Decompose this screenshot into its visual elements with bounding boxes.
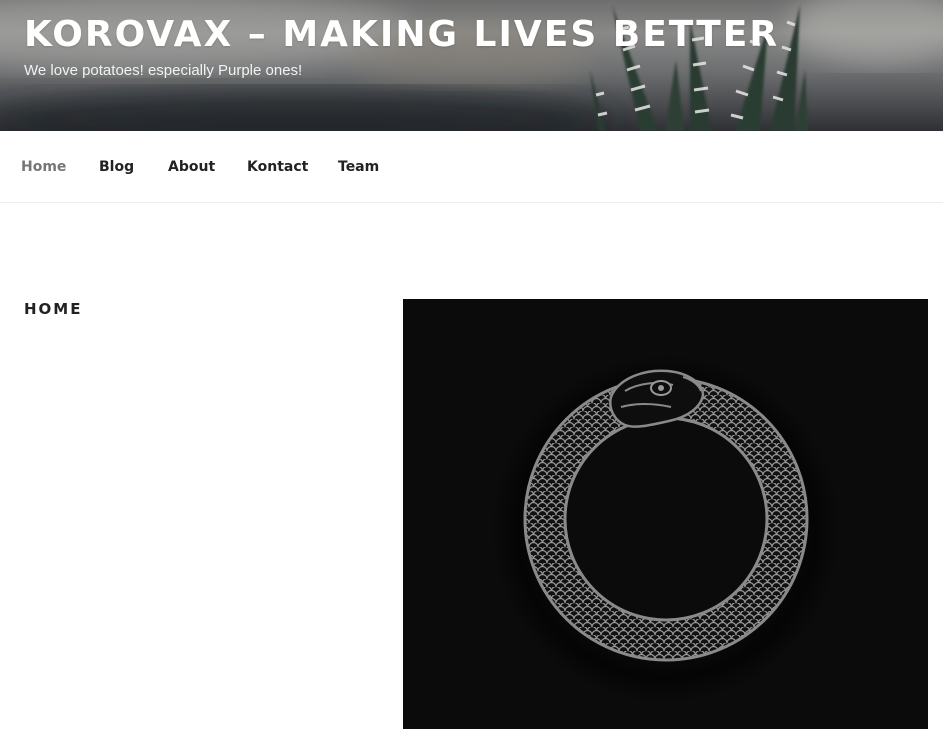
nav-item-blog[interactable]: Blog [99, 159, 134, 175]
site-title[interactable]: KOROVAX – MAKING LIVES BETTER [24, 14, 779, 55]
main-navigation: Home Blog About Kontact Team [0, 131, 943, 203]
nav-item-team[interactable]: Team [338, 159, 379, 175]
nav-item-kontact[interactable]: Kontact [247, 159, 308, 175]
nav-item-about[interactable]: About [168, 159, 215, 175]
featured-image [403, 299, 928, 729]
site-tagline: We love potatoes! especially Purple ones… [24, 62, 303, 79]
site-header: KOROVAX – MAKING LIVES BETTER We love po… [0, 0, 943, 131]
ouroboros-snake-image [491, 354, 841, 704]
page-title: HOME [24, 300, 83, 318]
nav-item-home[interactable]: Home [21, 159, 66, 175]
